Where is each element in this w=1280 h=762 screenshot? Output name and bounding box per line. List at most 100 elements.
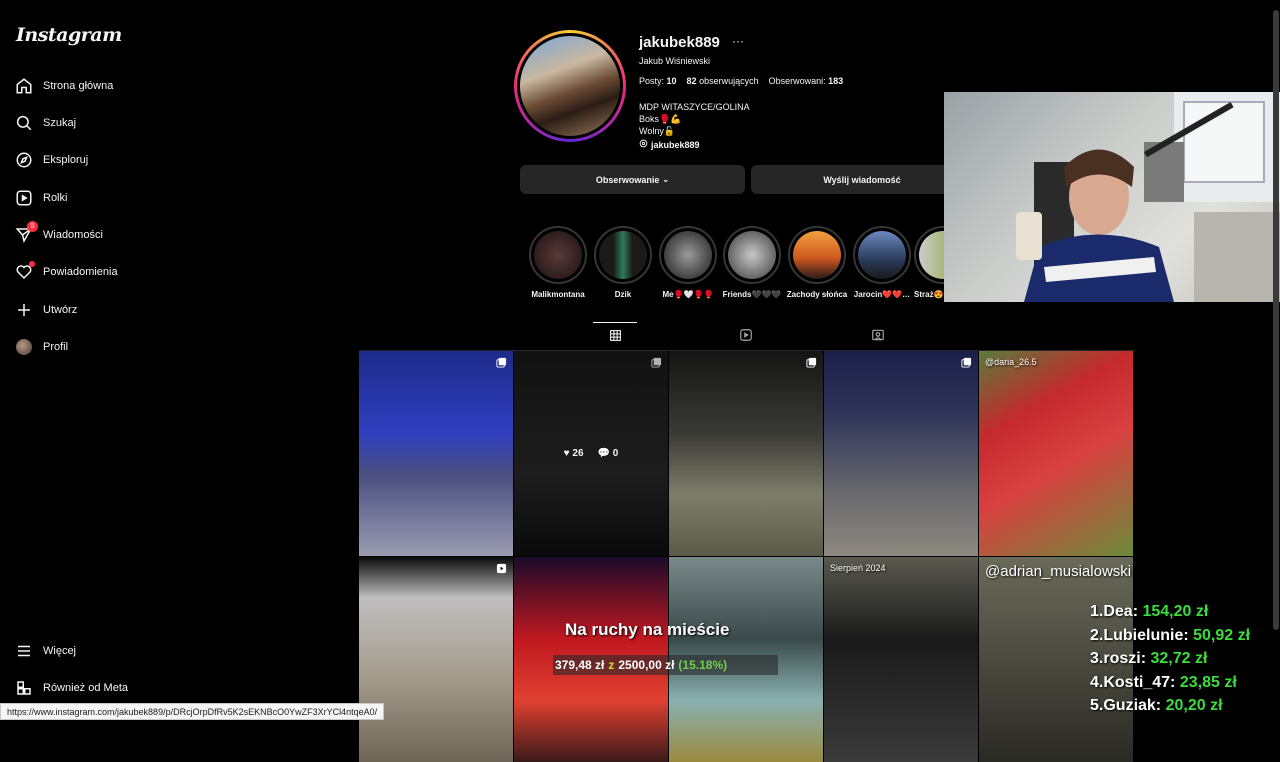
send-message-button[interactable]: Wyślij wiadomość — [751, 165, 973, 194]
highlight-cover — [858, 231, 906, 279]
post-thumbnail[interactable] — [359, 557, 513, 762]
avatar — [14, 337, 34, 357]
sidebar-item-label: Również od Meta — [43, 682, 128, 694]
sidebar-item-label: Eksploruj — [43, 154, 89, 166]
sidebar-item-label: Wiadomości — [43, 229, 103, 241]
sidebar-item-label: Strona główna — [43, 80, 114, 92]
leaderboard-row: 1.Dea: 154,20 zł — [1090, 603, 1209, 620]
meta-icon — [14, 678, 34, 698]
story-highlight[interactable]: Straż😍 — [914, 226, 944, 299]
threads-icon — [639, 139, 648, 150]
sidebar-item-label: Rolki — [43, 192, 68, 204]
tab-tagged[interactable] — [856, 322, 900, 350]
sidebar: Instagram Strona główna Szukaj Eksploruj… — [0, 0, 235, 720]
reels-tab-icon — [739, 328, 753, 345]
chevron-down-icon: ⌄ — [662, 175, 670, 184]
carousel-icon — [496, 357, 507, 368]
highlight-cover — [919, 231, 944, 279]
sidebar-item-reels[interactable]: Rolki — [14, 182, 224, 214]
status-bar-url: https://www.instagram.com/jakubek889/p/D… — [0, 703, 385, 720]
sidebar-item-label: Powiadomienia — [43, 266, 118, 278]
sidebar-item-notifications[interactable]: Powiadomienia — [14, 256, 224, 288]
instagram-logo[interactable]: Instagram — [16, 24, 122, 46]
donation-goal-bar: 379,48 zł z 2500,00 zł (15.18%) — [553, 655, 778, 675]
donation-separator: z — [608, 658, 615, 672]
post-thumbnail[interactable] — [359, 351, 513, 556]
post-thumbnail[interactable]: @daria_26.5 — [979, 351, 1133, 556]
post-thumbnail[interactable]: Sierpień 2024 — [824, 557, 978, 762]
sidebar-item-profile[interactable]: Profil — [14, 331, 224, 363]
reels-icon — [14, 188, 34, 208]
profile-bio: MDP WITASZYCE/GOLINA Boks🥊💪 Wolny🔓 — [639, 101, 750, 137]
leaderboard-row: 5.Guziak: 20,20 zł — [1090, 697, 1223, 714]
search-icon — [14, 113, 34, 133]
donation-percent: (15.18%) — [678, 658, 728, 672]
webcam-overlay — [944, 92, 1280, 302]
donation-goal: 2500,00 zł — [618, 658, 675, 672]
highlight-cover — [599, 231, 647, 279]
highlight-cover — [664, 231, 712, 279]
sidebar-item-more[interactable]: Więcej — [14, 635, 224, 667]
carousel-icon — [806, 357, 817, 368]
sidebar-item-label: Utwórz — [43, 304, 78, 316]
sidebar-item-search[interactable]: Szukaj — [14, 107, 224, 139]
highlight-cover — [793, 231, 841, 279]
webcam-feed-image — [1016, 92, 1280, 302]
story-highlight[interactable]: Friends🖤🖤🖤 — [721, 226, 783, 299]
story-highlight[interactable]: Malikmontana — [527, 226, 589, 299]
posts-stat: Posty: 10 — [639, 76, 677, 86]
post-thumbnail[interactable] — [824, 351, 978, 556]
story-highlight[interactable]: Dzik — [592, 226, 654, 299]
tagged-icon — [871, 328, 885, 345]
post-thumbnail[interactable]: ♥ 26 💬 0 — [514, 351, 668, 556]
leaderboard-row: 2.Lubielunie: 50,92 zł — [1090, 626, 1251, 644]
profile-picture[interactable] — [514, 30, 626, 142]
following-button[interactable]: Obserwowanie ⌄ — [520, 165, 745, 194]
profile-full-name: Jakub Wiśniewski — [639, 56, 711, 66]
post-caption-overlay: @adrian_musialowski — [985, 563, 1132, 580]
post-thumbnail[interactable] — [669, 351, 823, 556]
post-caption-overlay: Sierpień 2024 — [830, 563, 886, 573]
heart-icon — [14, 261, 35, 282]
comments-count: 💬 0 — [597, 448, 619, 459]
threads-link[interactable]: jakubek889 — [639, 139, 700, 150]
page-scrollbar[interactable] — [1270, 0, 1280, 720]
plus-icon — [14, 300, 34, 320]
donation-current: 379,48 zł — [555, 658, 605, 672]
bio-line: Boks🥊💪 — [639, 114, 682, 124]
sidebar-item-label: Szukaj — [43, 117, 77, 129]
bio-line: MDP WITASZYCE/GOLINA — [639, 102, 750, 112]
profile-stats: Posty: 10 82 obserwujących Obserwowani: … — [639, 76, 843, 86]
more-options-icon[interactable]: ··· — [732, 34, 744, 48]
sidebar-item-explore[interactable]: Eksploruj — [14, 144, 224, 176]
story-highlight[interactable]: Me🥊🤍🥊🥊 — [657, 226, 719, 299]
followers-stat[interactable]: 82 obserwujących — [687, 76, 759, 86]
grid-icon — [609, 329, 622, 345]
comment-icon: 💬 — [597, 448, 610, 459]
heart-filled-icon: ♥ — [563, 448, 570, 459]
menu-icon — [14, 641, 34, 661]
carousel-icon — [961, 357, 972, 368]
messages-badge: 5 — [27, 221, 38, 232]
notification-dot — [29, 261, 35, 267]
following-stat[interactable]: Obserwowani: 183 — [769, 76, 844, 86]
reel-icon — [496, 563, 507, 574]
sidebar-item-create[interactable]: Utwórz — [14, 294, 224, 326]
tab-posts[interactable] — [593, 322, 637, 350]
highlight-cover — [534, 231, 582, 279]
tab-reels[interactable] — [724, 322, 768, 350]
story-highlight[interactable]: Zachody słońca — [786, 226, 848, 299]
sidebar-item-label: Więcej — [43, 645, 77, 657]
donation-leaderboard: 1.Dea: 154,20 zł 2.Lubielunie: 50,92 zł … — [1090, 600, 1250, 718]
compass-icon — [14, 150, 34, 170]
bio-line: Wolny🔓 — [639, 126, 676, 136]
messenger-icon: 5 — [14, 221, 38, 245]
sidebar-item-messages[interactable]: 5 Wiadomości — [14, 219, 224, 251]
story-highlight[interactable]: Jarocin❤️❤️… — [851, 226, 913, 299]
sidebar-item-home[interactable]: Strona główna — [14, 70, 224, 102]
leaderboard-row: 4.Kosti_47: 23,85 zł — [1090, 673, 1237, 691]
likes-count: ♥ 26 — [563, 448, 584, 459]
sidebar-item-meta[interactable]: Również od Meta — [14, 672, 224, 704]
home-icon — [14, 76, 34, 96]
scrollbar-thumb[interactable] — [1273, 10, 1279, 630]
